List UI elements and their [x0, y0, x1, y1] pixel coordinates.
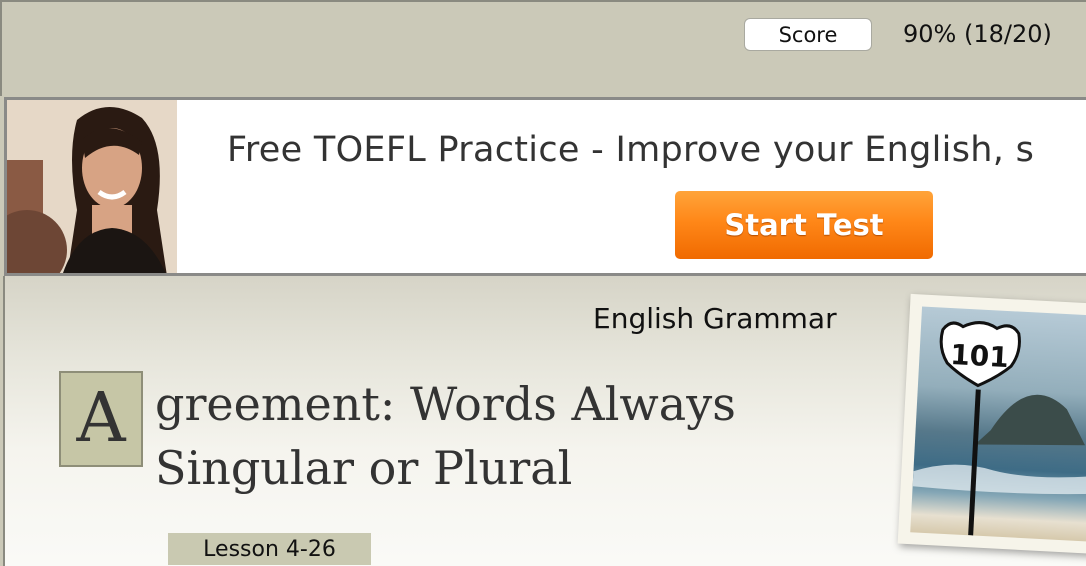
photo-image: 101	[910, 306, 1086, 544]
score-button[interactable]: Score	[744, 18, 872, 51]
score-bar: Score 90% (18/20)	[0, 0, 1086, 96]
ad-woman-photo	[7, 100, 177, 273]
page-title-line1: greement: Words Always	[155, 377, 736, 431]
ad-banner[interactable]: Free TOEFL Practice - Improve your Engli…	[4, 97, 1086, 276]
route-101-sign-icon: 101	[912, 321, 1086, 536]
score-value: 90% (18/20)	[903, 20, 1052, 48]
category-label: English Grammar	[593, 302, 837, 335]
lesson-badge: Lesson 4-26	[168, 533, 371, 565]
page-title-line2: Singular or Plural	[155, 441, 573, 495]
ad-headline[interactable]: Free TOEFL Practice - Improve your Engli…	[227, 130, 1034, 170]
highway-101-photo: 101	[897, 293, 1086, 557]
title-dropcap: A	[59, 371, 143, 467]
start-test-button[interactable]: Start Test	[675, 191, 933, 259]
svg-text:101: 101	[949, 338, 1009, 374]
woman-image	[7, 100, 177, 273]
